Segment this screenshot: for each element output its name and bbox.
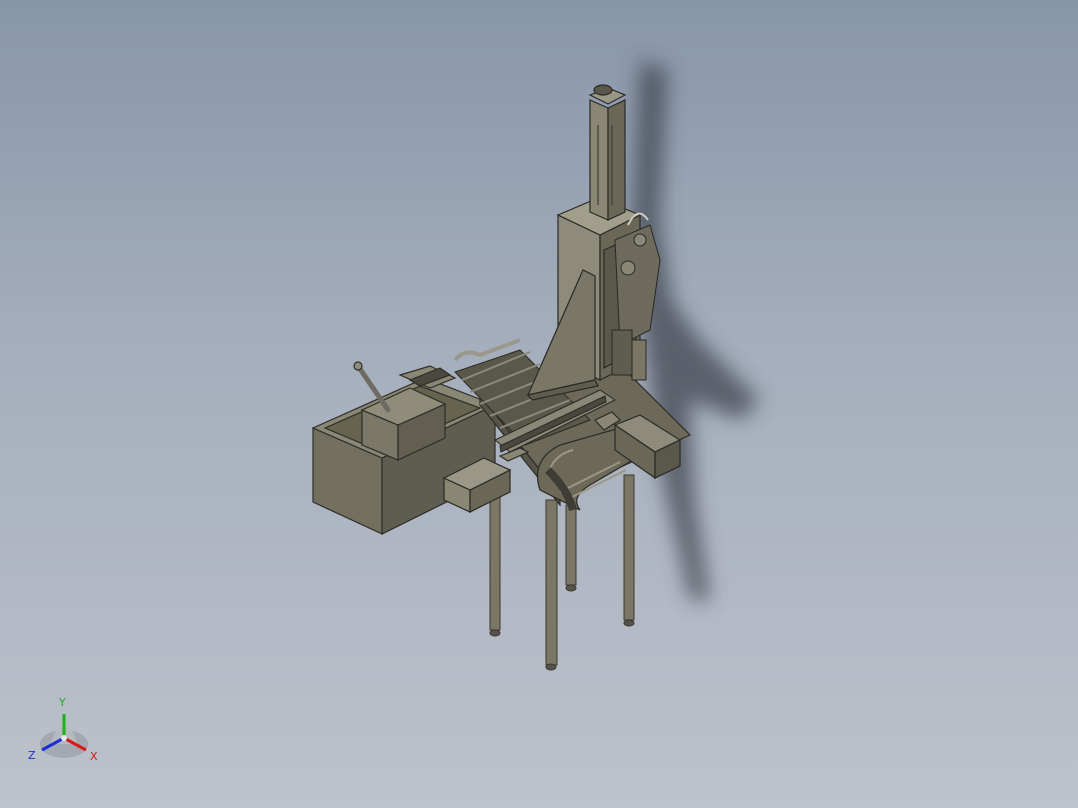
z-axis-cylinder [588,84,627,221]
triad-graphic [40,714,88,758]
z-axis-label: Z [28,749,36,762]
view-orientation-triad[interactable]: Y Z X [24,692,114,772]
support-legs [489,474,635,671]
x-axis-label: X [90,750,98,763]
graphics-viewport[interactable]: Y Z X [0,0,1078,808]
model-scene[interactable] [0,0,1078,808]
y-axis-label: Y [59,696,66,709]
